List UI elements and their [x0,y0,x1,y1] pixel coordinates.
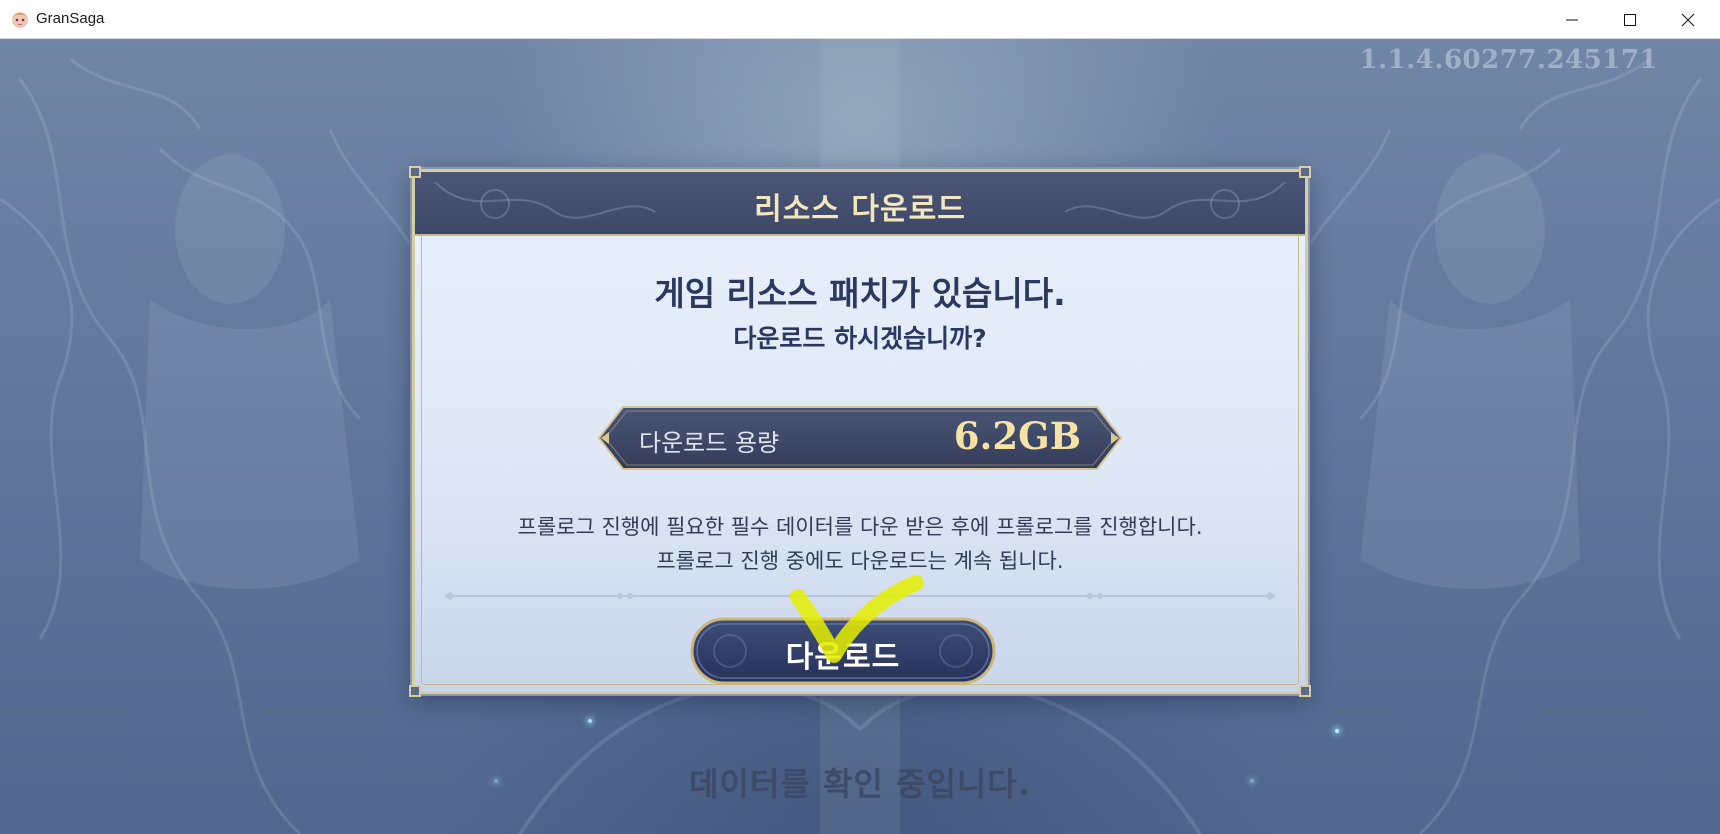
dialog-title: 리소스 다운로드 [754,192,966,227]
check-mark-annotation [790,575,924,663]
title-bar[interactable]: GranSaga [0,0,1720,39]
download-size-panel: 다운로드 용량 6.2GB [597,405,1123,471]
maximize-icon [1624,14,1636,26]
info-text-line: 프롤로그 진행에 필요한 필수 데이터를 다운 받은 후에 프롤로그를 진행합니… [517,515,1203,539]
status-text: 데이터를 확인 중입니다. [689,765,1031,803]
gransaga-app-icon [10,9,30,29]
corner-ornament [409,685,421,697]
patch-headline: 게임 리소스 패치가 있습니다. [654,274,1066,313]
sparkle [588,719,592,723]
maximize-button[interactable] [1601,0,1659,39]
close-button[interactable] [1659,0,1717,39]
corner-ornament [1299,685,1311,697]
version-label: 1.1.4.60277.245171 [1359,45,1658,75]
corner-ornament [409,166,421,178]
minimize-icon [1566,19,1578,21]
window-title: GranSaga [36,10,105,27]
game-viewport: 1.1.4.60277.245171 리소스 다운로드 게임 리소스 패치가 있… [0,39,1720,834]
corner-ornament [1299,166,1311,178]
minimize-button[interactable] [1543,0,1601,39]
download-size-label: 다운로드 용량 [639,429,780,457]
game-window: GranSaga 1.1.4.60277.245171 리소스 다운로드 게임 … [0,0,1720,834]
download-question: 다운로드 하시겠습니까? [733,324,987,353]
download-size-value: 6.2GB [953,414,1081,458]
sparkle [1335,729,1339,733]
dialog-header: 리소스 다운로드 [415,172,1305,236]
close-icon [1681,13,1695,27]
